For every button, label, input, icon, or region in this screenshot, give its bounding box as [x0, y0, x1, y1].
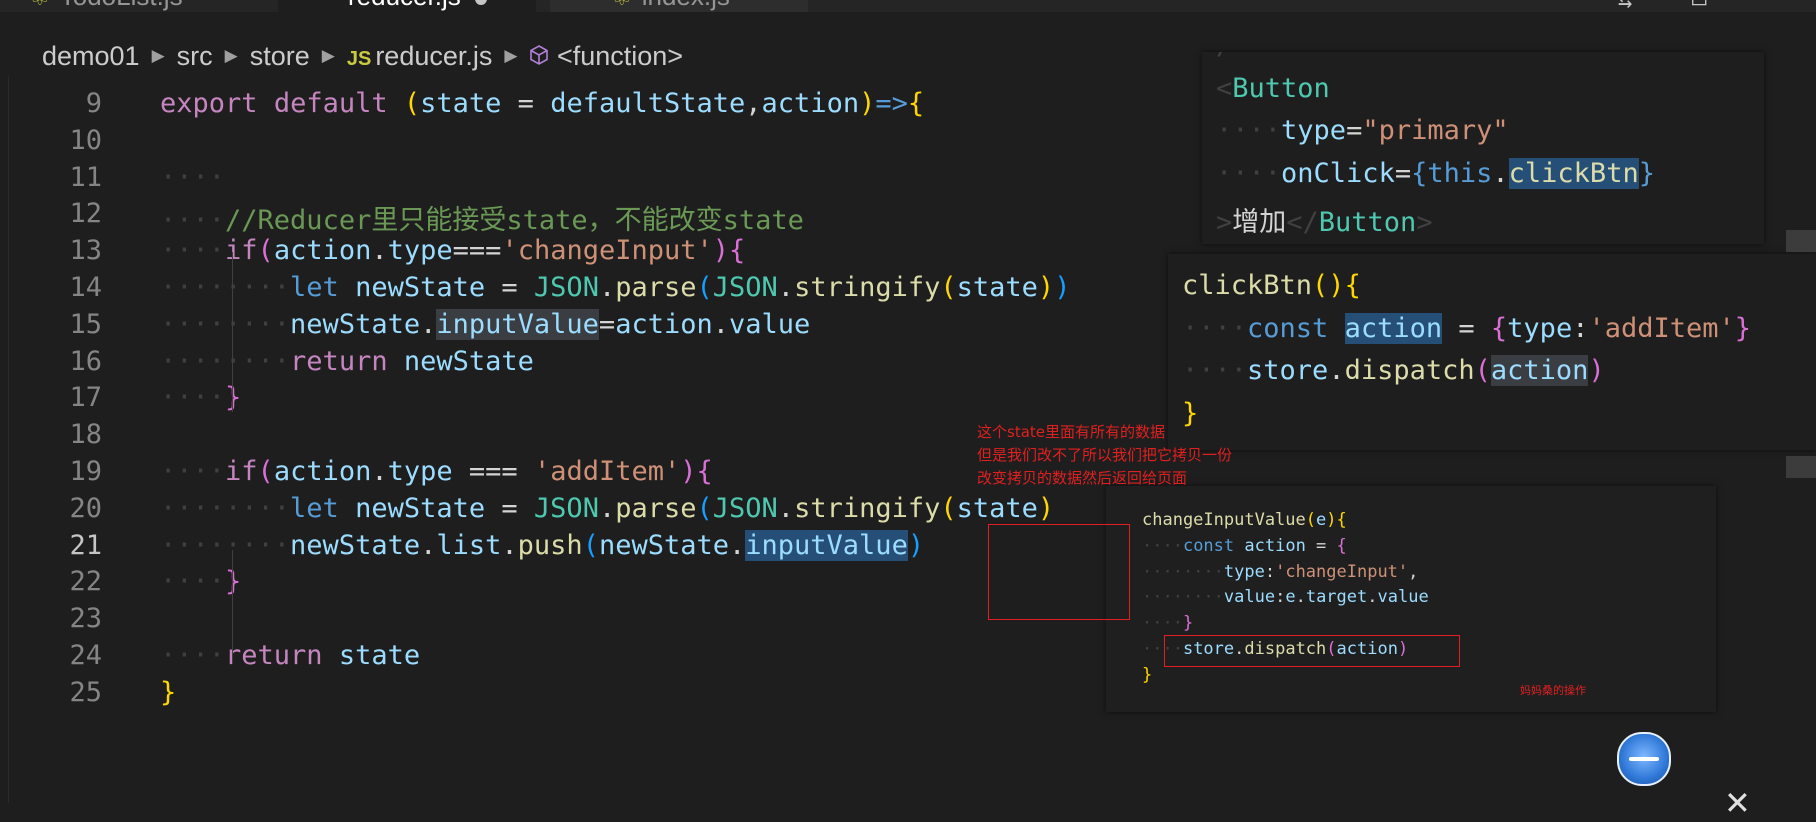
unsaved-dot-icon — [474, 0, 487, 5]
dispatch-highlight-box — [1164, 635, 1460, 667]
snippet-line: ····const action = {type:'addItem'} — [1182, 312, 1752, 344]
line-number: 17 — [69, 382, 102, 414]
js-file-icon: JS — [346, 47, 372, 70]
tab-index[interactable]: ⚛ index.js — [550, 0, 808, 12]
breadcrumb-item-src[interactable]: src — [177, 41, 213, 72]
line-number: 11 — [69, 161, 102, 193]
snippet-line: } — [1142, 664, 1153, 685]
breadcrumb-file-label: reducer.js — [375, 40, 493, 71]
tab-bar: ⚛ TodoList.js reducer.js ⚛ index.js ⇆ ▭ — [0, 0, 1816, 12]
react-file-icon: ⚛ — [30, 0, 50, 10]
line-number: 21 — [69, 529, 102, 561]
snippet-line: ····type="primary" — [1216, 115, 1509, 146]
code-line[interactable]: ········let newState = JSON.parse(JSON.s… — [160, 493, 1054, 524]
snippet-line: clickBtn(){ — [1182, 270, 1361, 301]
snippet-line: ········value:e.target.value — [1142, 587, 1429, 608]
state-highlight-box — [988, 524, 1130, 620]
chevron-right-icon: ▶ — [224, 46, 238, 65]
snippet-line: ········type:'changeInput', — [1142, 561, 1419, 582]
annotation-line: 但是我们改不了所以我们把它拷贝一份 — [977, 446, 1233, 464]
line-number: 9 — [85, 88, 102, 119]
overlay-clickbtn-panel: clickBtn(){ ····const action = {type:'add… — [1168, 254, 1816, 450]
compare-changes-icon[interactable]: ⇆ — [1618, 0, 1632, 12]
line-number: 22 — [69, 566, 102, 598]
tab-reducer[interactable]: reducer.js — [278, 0, 536, 12]
line-number: 13 — [69, 235, 102, 267]
react-file-icon: ⚛ — [612, 0, 632, 10]
scrollbar-thumb[interactable] — [1786, 456, 1816, 478]
code-line[interactable]: } — [160, 677, 176, 708]
code-line[interactable]: ····//Reducer里只能接受state，不能改变state — [160, 198, 804, 237]
annotation-line: 改变拷贝的数据然后返回给页面 — [977, 469, 1188, 487]
code-line[interactable]: ····return state — [160, 640, 420, 671]
snippet-line: ····store.dispatch(action) — [1182, 355, 1605, 386]
annotation-note: 这个state里面有所有的数据 但是我们改不了所以我们把它拷贝一份 改变拷贝的数… — [977, 421, 1232, 490]
snippet-line: changeInputValue(e){ — [1142, 510, 1347, 530]
indent-guide — [232, 252, 233, 412]
line-number: 20 — [69, 492, 102, 524]
snippet-line: /> — [1216, 52, 1249, 61]
code-line[interactable]: ···· — [160, 162, 225, 193]
line-number: 10 — [69, 124, 102, 156]
breadcrumb: demo01 ▶ src ▶ store ▶ JS reducer.js ▶ <f… — [42, 36, 683, 76]
chevron-right-icon: ▶ — [151, 46, 165, 65]
snippet-line: ····} — [1142, 613, 1194, 634]
breadcrumb-item-store[interactable]: store — [250, 41, 310, 72]
overlay-button-jsx-panel: /> <Button ····type="primary" ····onClick={… — [1202, 52, 1764, 244]
line-number: 15 — [69, 308, 102, 340]
editor-left-edge — [8, 76, 9, 803]
breadcrumb-item-file[interactable]: JS reducer.js — [347, 41, 493, 72]
recorder-orb-icon[interactable] — [1617, 732, 1671, 786]
line-number: 14 — [69, 272, 102, 303]
code-line[interactable]: ········let newState = JSON.parse(JSON.s… — [160, 272, 1070, 303]
scrollbar-thumb[interactable] — [1786, 230, 1816, 252]
breadcrumb-function-label: <function> — [556, 40, 684, 71]
code-line[interactable]: ········newState.inputValue=action.value — [160, 308, 810, 340]
snippet-line: >增加</Button> — [1216, 207, 1433, 238]
tab-label: reducer.js — [348, 0, 461, 11]
code-line[interactable]: ········return newState — [160, 346, 534, 377]
code-line[interactable]: ····} — [160, 382, 241, 413]
tab-label: index.js — [642, 0, 730, 11]
tab-todolist[interactable]: ⚛ TodoList.js — [30, 0, 260, 12]
code-line[interactable]: ····if(action.type === 'addItem'){ — [160, 456, 713, 487]
annotation-line: 这个state里面有所有的数据 — [977, 423, 1165, 441]
function-cube-icon — [530, 44, 549, 65]
code-line[interactable]: ····if(action.type==='changeInput'){ — [160, 235, 745, 266]
code-line[interactable]: ····} — [160, 566, 241, 597]
line-number: 23 — [69, 603, 102, 635]
tab-label: TodoList.js — [60, 0, 183, 11]
close-icon[interactable]: ✕ — [1724, 784, 1751, 822]
chevron-right-icon: ▶ — [504, 46, 518, 65]
line-number: 24 — [69, 640, 102, 671]
line-number: 25 — [69, 676, 102, 708]
annotation-small-note: 妈妈桑的操作 — [1520, 684, 1586, 697]
split-editor-icon[interactable]: ▭ — [1692, 0, 1706, 12]
breadcrumb-item-demo01[interactable]: demo01 — [42, 41, 140, 72]
chevron-right-icon: ▶ — [321, 46, 335, 65]
overlay-changeinput-panel: changeInputValue(e){ ····const action = {… — [1106, 486, 1716, 712]
breadcrumb-item-function[interactable]: <function> — [529, 41, 683, 72]
snippet-line: ····const action = { — [1142, 535, 1347, 556]
snippet-line: <Button — [1216, 72, 1330, 104]
code-line[interactable]: ········newState.list.push(newState.inpu… — [160, 529, 924, 561]
line-number: 19 — [69, 456, 102, 487]
line-number: 18 — [69, 419, 102, 451]
line-number: 16 — [69, 345, 102, 377]
code-line[interactable]: export default (state = defaultState,act… — [160, 88, 924, 119]
indent-guide — [232, 550, 233, 658]
snippet-line: ····onClick={this.clickBtn} — [1216, 157, 1655, 189]
line-number: 12 — [69, 198, 102, 230]
